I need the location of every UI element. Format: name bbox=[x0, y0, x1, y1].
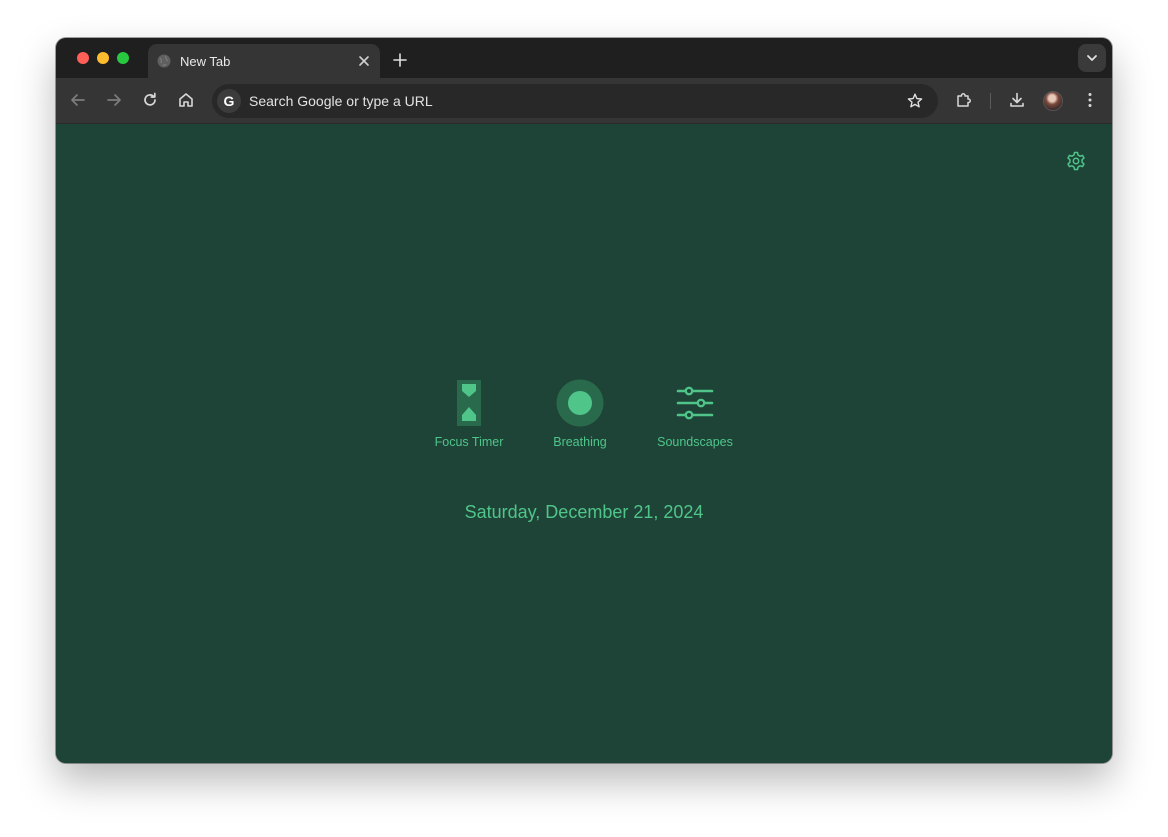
focus-timer-widget[interactable]: Focus Timer bbox=[427, 379, 511, 449]
tab-strip: New Tab bbox=[56, 38, 1112, 78]
download-icon[interactable] bbox=[1008, 91, 1026, 109]
focus-timer-label: Focus Timer bbox=[434, 435, 504, 449]
kebab-menu-icon[interactable] bbox=[1081, 91, 1099, 109]
star-icon[interactable] bbox=[906, 92, 924, 110]
address-bar-placeholder: Search Google or type a URL bbox=[249, 93, 433, 109]
maximize-window-button[interactable] bbox=[117, 52, 129, 64]
browser-window: New Tab G Search Google or type a URL Fo… bbox=[56, 38, 1112, 763]
puzzle-icon[interactable] bbox=[955, 91, 973, 109]
current-date: Saturday, December 21, 2024 bbox=[464, 502, 704, 522]
breathing-label: Breathing bbox=[553, 435, 607, 449]
close-window-button[interactable] bbox=[77, 52, 89, 64]
tab-title: New Tab bbox=[180, 54, 231, 69]
arrow-left-icon[interactable] bbox=[69, 91, 87, 109]
toolbar-separator bbox=[990, 93, 991, 109]
globe-icon bbox=[157, 54, 171, 68]
new-tab-button[interactable] bbox=[390, 50, 410, 70]
profile-avatar[interactable] bbox=[1043, 91, 1063, 111]
tab-search-button[interactable] bbox=[1078, 44, 1106, 72]
soundscapes-widget[interactable]: Soundscapes bbox=[652, 379, 738, 449]
home-icon[interactable] bbox=[177, 91, 195, 109]
gear-icon[interactable] bbox=[1066, 151, 1086, 171]
tab-new-tab[interactable]: New Tab bbox=[148, 44, 380, 78]
toolbar: G Search Google or type a URL bbox=[56, 78, 1112, 124]
reload-icon[interactable] bbox=[141, 91, 159, 109]
breathing-circle-icon bbox=[556, 379, 604, 427]
chevron-down-icon bbox=[1087, 55, 1097, 61]
soundscapes-label: Soundscapes bbox=[657, 435, 733, 449]
google-logo-icon: G bbox=[217, 89, 241, 113]
sliders-icon bbox=[676, 386, 714, 420]
arrow-right-icon[interactable] bbox=[105, 91, 123, 109]
address-bar[interactable]: G Search Google or type a URL bbox=[212, 84, 938, 118]
hourglass-icon bbox=[457, 380, 481, 426]
minimize-window-button[interactable] bbox=[97, 52, 109, 64]
breathing-widget[interactable]: Breathing bbox=[538, 379, 622, 449]
new-tab-page: Focus Timer Breathing Soundscapes Saturd… bbox=[56, 125, 1112, 763]
close-tab-icon[interactable] bbox=[357, 54, 371, 68]
